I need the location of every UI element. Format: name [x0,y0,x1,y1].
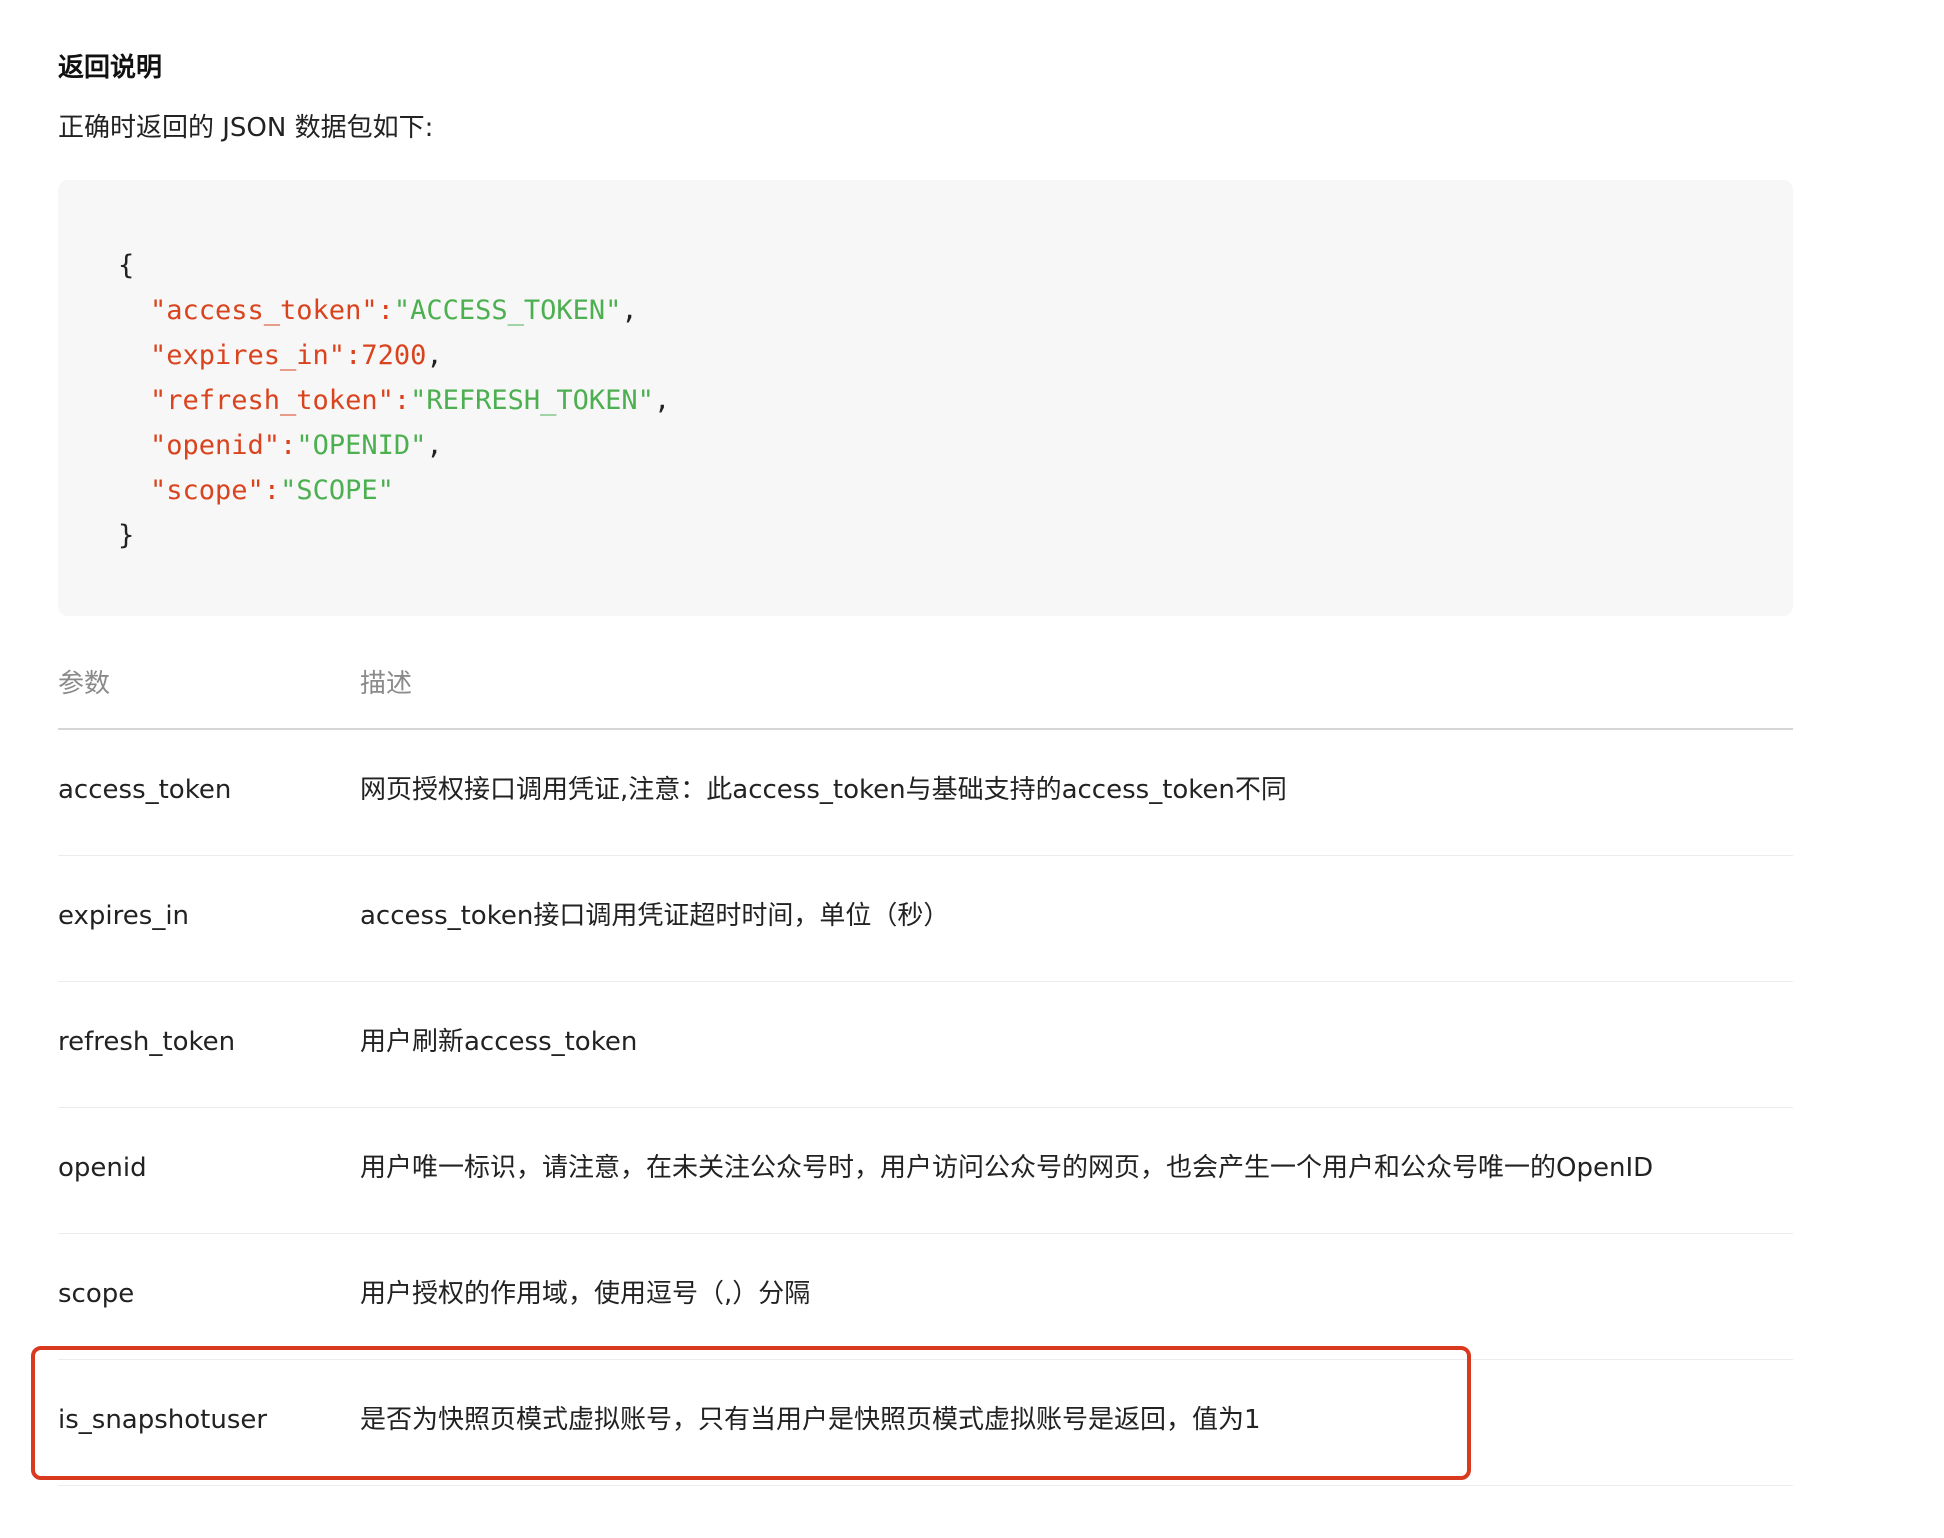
json-key: "openid" [150,430,281,461]
json-trailing-comma: , [621,295,638,326]
code-open-brace: { [118,250,135,281]
code-close-brace: } [118,520,135,551]
json-value: "ACCESS_TOKEN" [393,295,622,326]
table-row-highlighted: is_snapshotuser 是否为快照页模式虚拟账号，只有当用户是快照页模式… [58,1360,1793,1486]
json-trailing-comma: , [426,340,443,371]
param-desc: 用户授权的作用域，使用逗号（,）分隔 [360,1279,811,1309]
section-description: 正确时返回的 JSON 数据包如下: [58,113,434,143]
json-value: "REFRESH_TOKEN" [410,385,654,416]
param-name: openid [58,1153,147,1183]
param-desc: 网页授权接口调用凭证,注意：此access_token与基础支持的access_… [360,775,1287,805]
json-key: "expires_in" [150,340,346,371]
section-title: 返回说明 [58,53,163,83]
table-header-param: 参数 [58,669,111,699]
json-key: "scope" [150,475,264,506]
table-header-row: 参数 描述 [58,652,1793,730]
json-separator: : [345,340,362,371]
json-trailing-comma: , [653,385,671,416]
json-value: 7200 [361,340,427,371]
json-key: "access_token" [150,295,378,326]
code-line: "access_token":"ACCESS_TOKEN", [118,288,1793,333]
table-header-desc: 描述 [360,669,413,699]
param-name: is_snapshotuser [58,1405,268,1435]
json-code-block: { "access_token":"ACCESS_TOKEN", "expires… [58,180,1793,616]
code-lines: "access_token":"ACCESS_TOKEN", "expires_i… [118,288,1793,513]
json-separator: : [393,385,411,416]
param-name: access_token [58,775,232,805]
param-desc: 用户唯一标识，请注意，在未关注公众号时，用户访问公众号的网页，也会产生一个用户和… [360,1153,1654,1183]
param-desc: 用户刷新access_token [360,1027,638,1057]
param-name: refresh_token [58,1027,236,1057]
json-key: "refresh_token" [150,385,394,416]
param-name: scope [58,1279,135,1309]
table-row: openid 用户唯一标识，请注意，在未关注公众号时，用户访问公众号的网页，也会… [58,1108,1793,1234]
param-desc: access_token接口调用凭证超时时间，单位（秒） [360,901,950,931]
json-trailing-comma: , [426,430,443,461]
table-row: access_token 网页授权接口调用凭证,注意：此access_token… [58,730,1793,856]
param-name: expires_in [58,901,190,931]
param-table: 参数 描述 access_token 网页授权接口调用凭证,注意：此access… [58,652,1793,1486]
code-line: "expires_in":7200, [118,333,1793,378]
code-line: "refresh_token":"REFRESH_TOKEN", [118,378,1793,423]
code-line: "scope":"SCOPE" [118,468,1793,513]
param-desc: 是否为快照页模式虚拟账号，只有当用户是快照页模式虚拟账号是返回，值为1 [360,1405,1261,1435]
json-separator: : [263,475,281,506]
json-value: "SCOPE" [280,475,394,506]
table-row: expires_in access_token接口调用凭证超时时间，单位（秒） [58,856,1793,982]
table-row: refresh_token 用户刷新access_token [58,982,1793,1108]
json-value: "OPENID" [296,430,427,461]
json-separator: : [280,430,297,461]
table-row: scope 用户授权的作用域，使用逗号（,）分隔 [58,1234,1793,1360]
json-separator: : [377,295,394,326]
code-line: "openid":"OPENID", [118,423,1793,468]
